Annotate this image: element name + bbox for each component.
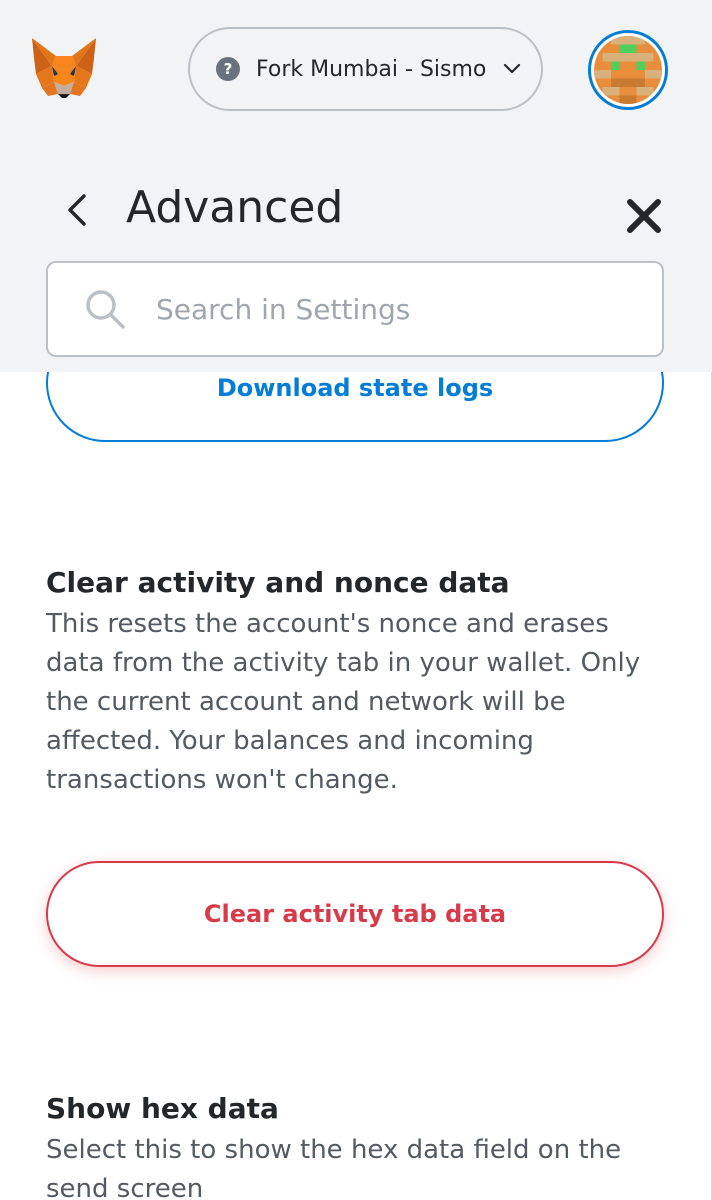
account-avatar[interactable]: [588, 30, 668, 110]
close-icon[interactable]: [624, 196, 664, 236]
clear-activity-title: Clear activity and nonce data: [46, 566, 510, 599]
chevron-down-icon: [504, 63, 521, 74]
page-title: Advanced: [126, 182, 344, 233]
search-input[interactable]: [156, 292, 616, 326]
network-label: Fork Mumbai - Sismo: [256, 56, 487, 82]
search-icon: [86, 290, 125, 329]
settings-search[interactable]: [46, 261, 664, 357]
clear-activity-button[interactable]: Clear activity tab data: [46, 861, 664, 967]
settings-content: Download state logs Clear activity and n…: [0, 372, 712, 1200]
network-selector[interactable]: ? Fork Mumbai - Sismo: [188, 27, 543, 111]
clear-activity-description: This resets the account's nonce and eras…: [46, 609, 641, 795]
metamask-fox-logo[interactable]: [30, 36, 98, 100]
question-mark-icon: ?: [216, 57, 240, 81]
app-header: ? Fork Mumbai - Sismo: [0, 0, 712, 140]
show-hex-description: Select this to show the hex data field o…: [46, 1135, 622, 1200]
chevron-left-icon[interactable]: [60, 192, 96, 228]
show-hex-title: Show hex data: [46, 1092, 279, 1125]
download-state-logs-button[interactable]: Download state logs: [46, 372, 664, 442]
settings-header: Advanced: [0, 140, 712, 372]
